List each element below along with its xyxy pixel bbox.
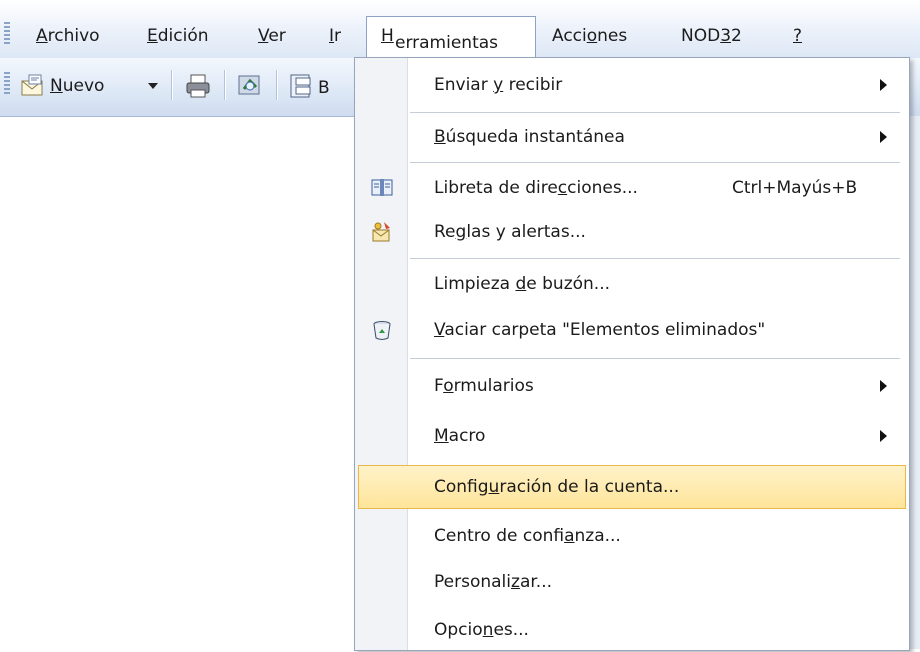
menu-ir[interactable]: Ir <box>329 24 341 48</box>
menu-divider <box>410 358 900 359</box>
menu-item-label: Reglas y alertas... <box>434 222 586 242</box>
toolbar-separator <box>171 70 173 100</box>
menu-item-macro[interactable]: Macro <box>358 414 906 458</box>
send-receive-icon[interactable] <box>236 72 264 100</box>
menu-item-reglas-alertas[interactable]: Reglas y alertas... <box>358 210 906 254</box>
menu-item-label: Limpieza de buzón... <box>434 274 611 294</box>
menu-item-label: Macro <box>434 426 486 446</box>
menu-item-label: Libreta de direcciones... <box>434 178 638 198</box>
menu-item-centro-confianza[interactable]: Centro de confianza... <box>358 514 906 558</box>
menu-edicion[interactable]: Edición <box>147 24 209 48</box>
menu-item-label: Vaciar carpeta "Elementos eliminados" <box>434 320 766 340</box>
menu-item-busqueda-instantanea[interactable]: Búsqueda instantánea <box>358 115 906 159</box>
menu-item-shortcut: Ctrl+Mayús+B <box>732 178 858 198</box>
background-panel <box>910 116 920 649</box>
toolbar-separator <box>224 70 226 100</box>
menu-nod32[interactable]: NOD32 <box>681 24 742 48</box>
menu-item-formularios[interactable]: Formularios <box>358 364 906 408</box>
menu-item-label: Configuración de la cuenta... <box>434 477 680 497</box>
herramientas-dropdown-menu: Enviar y recibir Búsqueda instantánea Li… <box>354 57 910 651</box>
toolbar-separator <box>276 70 278 100</box>
menu-ver[interactable]: Ver <box>258 24 286 48</box>
new-dropdown-chevron-down-icon[interactable] <box>148 83 158 89</box>
menu-bar: Archivo Edición Ver Ir Herramientas Acci… <box>0 0 920 58</box>
address-book-icon[interactable] <box>288 72 316 100</box>
recycle-bin-icon <box>373 321 391 340</box>
menu-help[interactable]: ? <box>793 24 802 48</box>
submenu-arrow-icon <box>880 380 887 392</box>
submenu-arrow-icon <box>880 131 887 143</box>
menu-item-label: Búsqueda instantánea <box>434 127 625 147</box>
menu-divider <box>410 258 900 259</box>
menu-item-label: Opciones... <box>434 620 529 640</box>
menubar-grip[interactable] <box>4 22 10 44</box>
menu-item-label: Personalizar... <box>434 572 552 592</box>
menu-item-personalizar[interactable]: Personalizar... <box>358 560 906 604</box>
menu-divider <box>410 162 900 163</box>
menu-item-label: Enviar y recibir <box>434 75 563 95</box>
toolbar-clipped-label[interactable]: B <box>318 76 330 100</box>
menu-acciones[interactable]: Acciones <box>552 24 627 48</box>
menu-item-label: Formularios <box>434 376 534 396</box>
menu-item-enviar-recibir[interactable]: Enviar y recibir <box>358 63 906 107</box>
print-icon[interactable] <box>184 72 212 100</box>
rules-icon <box>372 222 390 242</box>
new-button[interactable]: Nuevo <box>20 70 164 102</box>
menu-item-opciones[interactable]: Opciones... <box>358 608 906 652</box>
menu-item-vaciar-carpeta[interactable]: Vaciar carpeta "Elementos eliminados" <box>358 308 906 352</box>
submenu-arrow-icon <box>880 79 887 91</box>
toolbar-grip[interactable] <box>4 72 10 96</box>
menu-item-configuracion-cuenta[interactable]: Configuración de la cuenta... <box>358 465 906 509</box>
menu-item-libreta-direcciones[interactable]: Libreta de direcciones... Ctrl+Mayús+B <box>358 166 906 210</box>
address-book-icon <box>371 179 393 196</box>
menu-herramientas[interactable]: Herramientas <box>366 16 536 58</box>
menu-divider <box>410 112 900 113</box>
submenu-arrow-icon <box>880 430 887 442</box>
menu-item-limpieza-buzon[interactable]: Limpieza de buzón... <box>358 262 906 306</box>
menu-item-label: Centro de confianza... <box>434 526 621 546</box>
menu-archivo[interactable]: Archivo <box>36 24 100 48</box>
new-button-label: Nuevo <box>50 76 105 96</box>
new-mail-icon <box>21 74 43 96</box>
